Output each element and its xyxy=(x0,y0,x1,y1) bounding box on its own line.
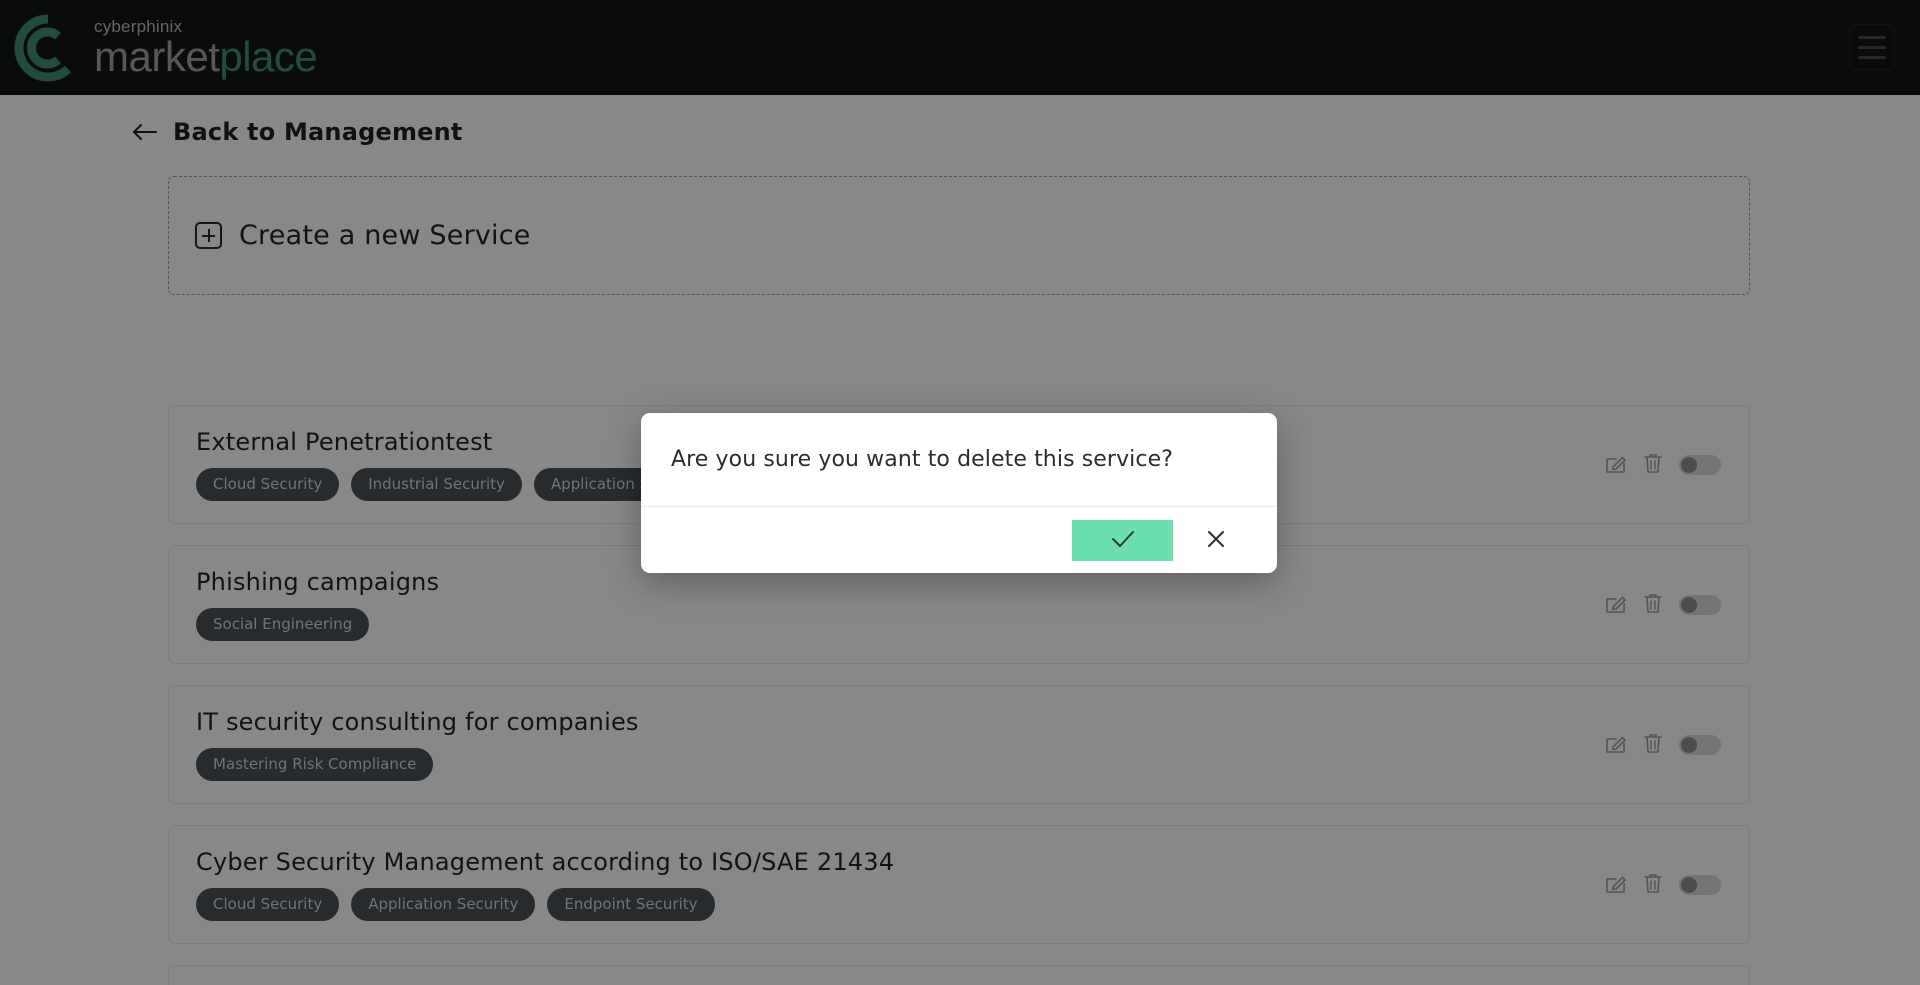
check-icon xyxy=(1110,529,1136,552)
cancel-delete-button[interactable] xyxy=(1199,521,1233,559)
dialog-message: Are you sure you want to delete this ser… xyxy=(671,447,1174,472)
close-x-icon xyxy=(1206,529,1226,552)
modal-overlay[interactable]: Are you sure you want to delete this ser… xyxy=(0,0,1920,985)
dialog-footer xyxy=(641,506,1277,573)
delete-confirm-dialog: Are you sure you want to delete this ser… xyxy=(641,413,1277,573)
confirm-delete-button[interactable] xyxy=(1072,519,1173,561)
dialog-body: Are you sure you want to delete this ser… xyxy=(641,413,1277,506)
